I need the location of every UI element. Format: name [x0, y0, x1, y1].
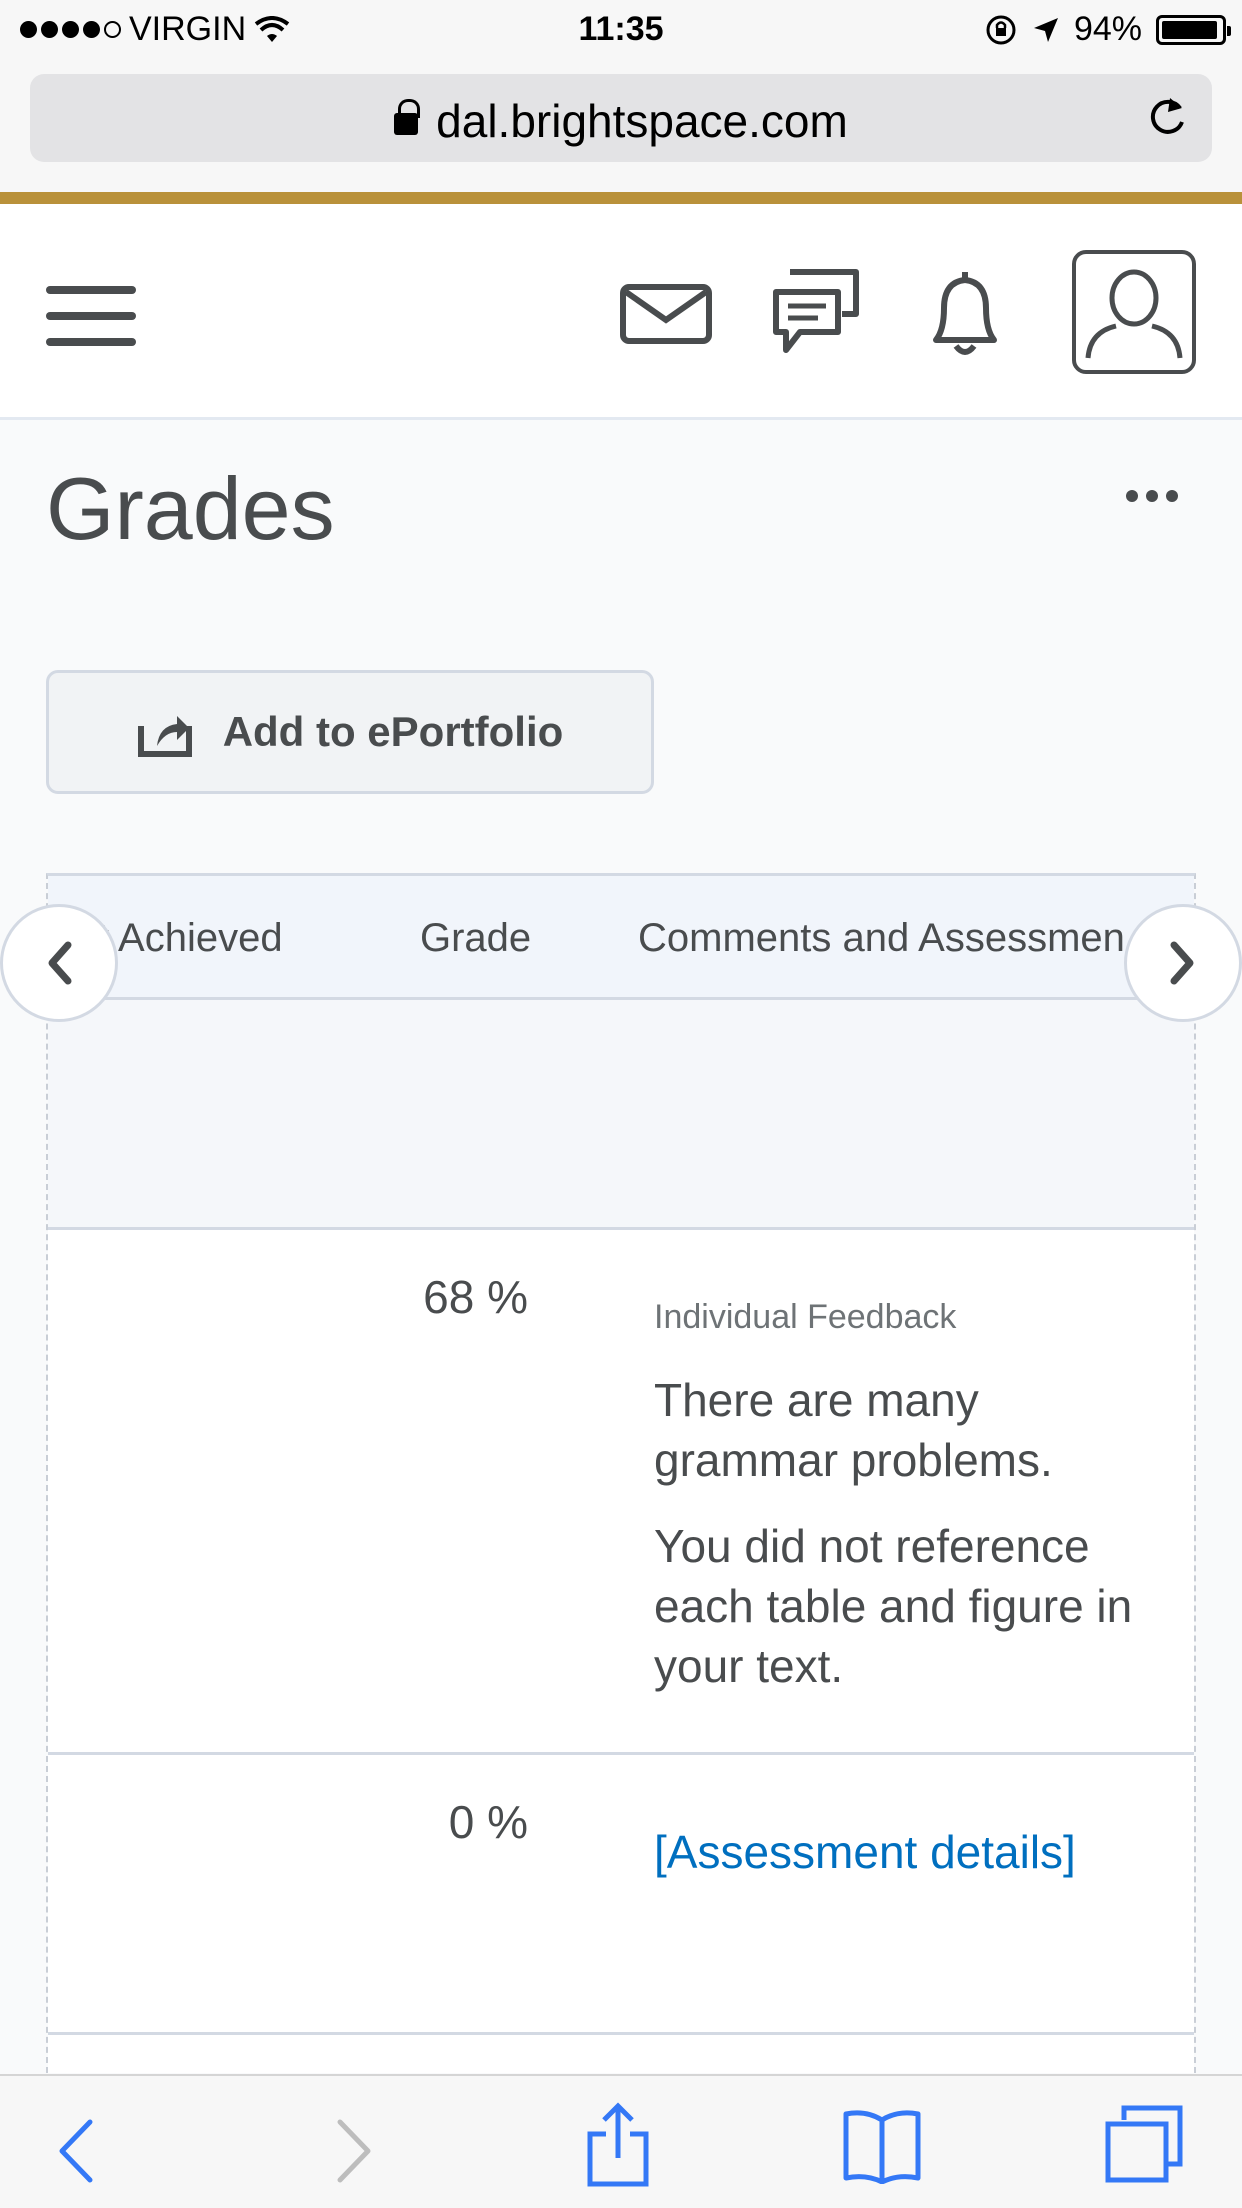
add-to-eportfolio-button[interactable]: Add to ePortfolio — [46, 670, 654, 794]
add-to-eportfolio-label: Add to ePortfolio — [222, 708, 564, 755]
page-title: Grades — [46, 459, 335, 558]
share-icon[interactable] — [586, 2102, 650, 2188]
brand-bar — [0, 192, 1242, 204]
chevron-right-icon — [1170, 941, 1194, 985]
more-icon[interactable] — [1126, 490, 1178, 502]
status-bar: VIRGIN 11:35 94% — [0, 0, 1242, 62]
table-row: 0 % [Assessment details] — [48, 1755, 1194, 2035]
column-header-comments: Comments and Assessmen — [638, 916, 1125, 960]
grade-value: 0 % — [448, 1796, 528, 1848]
back-icon[interactable] — [56, 2118, 96, 2184]
battery-percent: 94% — [1073, 10, 1142, 48]
feedback-label: Individual Feedback — [654, 1298, 957, 1336]
bell-icon[interactable] — [924, 268, 1006, 360]
browser-toolbar — [0, 2074, 1242, 2208]
address-bar[interactable]: dal.brightspace.com — [30, 74, 1212, 162]
location-icon — [1033, 17, 1058, 42]
scroll-right-button[interactable] — [1124, 904, 1242, 1022]
column-header-achieved: t Achieved — [98, 916, 283, 960]
lock-icon — [394, 99, 421, 135]
eportfolio-icon — [137, 716, 192, 757]
feedback-text: There are many grammar problems. — [654, 1374, 1053, 1486]
battery-icon — [1156, 14, 1231, 45]
bookmarks-icon[interactable] — [842, 2108, 922, 2184]
user-avatar-button[interactable] — [1072, 250, 1196, 374]
grades-table[interactable]: t Achieved Grade Comments and Assessmen … — [46, 873, 1196, 2073]
table-row-spacer — [48, 1000, 1194, 1230]
reload-icon[interactable] — [1144, 94, 1190, 140]
grade-value: 68 % — [423, 1271, 528, 1323]
table-row — [48, 2035, 1194, 2073]
table-row: 68 % Individual Feedback There are many … — [48, 1230, 1194, 1755]
feedback-text: You did not reference each table and fig… — [654, 1520, 1133, 1692]
user-avatar-icon — [1085, 269, 1183, 359]
forward-icon[interactable] — [334, 2118, 374, 2184]
orientation-lock-icon — [986, 15, 1016, 44]
column-header-grade: Grade — [420, 916, 532, 960]
assessment-details-link[interactable]: [Assessment details] — [654, 1825, 1076, 1879]
nav-header — [0, 204, 1242, 420]
scroll-left-button[interactable] — [0, 904, 118, 1022]
browser-chrome: dal.brightspace.com — [0, 62, 1242, 192]
menu-icon[interactable] — [46, 286, 136, 364]
chat-icon[interactable] — [770, 266, 862, 358]
chevron-left-icon — [48, 941, 72, 985]
url-text: dal.brightspace.com — [436, 95, 848, 147]
table-header: t Achieved Grade Comments and Assessmen — [48, 876, 1194, 1000]
tabs-icon[interactable] — [1104, 2104, 1184, 2184]
mail-icon[interactable] — [620, 284, 712, 344]
